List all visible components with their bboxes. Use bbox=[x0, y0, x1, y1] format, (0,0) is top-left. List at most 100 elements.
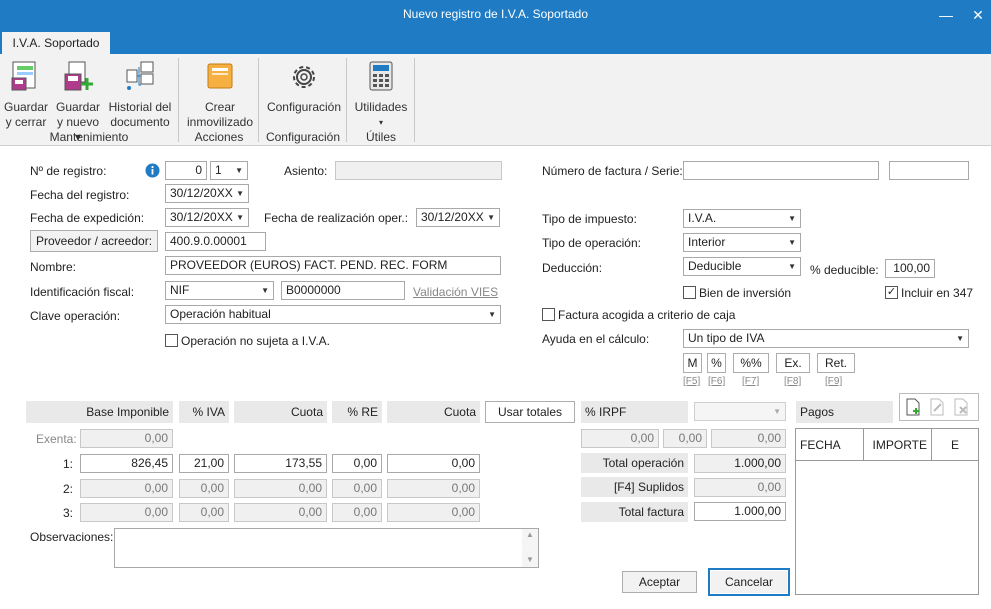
factura-caja-checkbox[interactable] bbox=[542, 308, 555, 321]
title-bar: Nuevo registro de I.V.A. Soportado — ✕ bbox=[0, 0, 991, 30]
chevron-down-icon: ▼ bbox=[788, 214, 796, 223]
pct-re-input[interactable]: 0,00 bbox=[332, 503, 382, 522]
irpf-pct-input: 0,00 bbox=[663, 429, 707, 448]
pct-iva-input[interactable]: 21,00 bbox=[179, 454, 229, 473]
identificacion-tipo-select[interactable]: NIF ▼ bbox=[165, 281, 274, 300]
guardar-cerrar-button[interactable]: Guardar y cerrar bbox=[4, 60, 48, 130]
ribbon-separator bbox=[414, 58, 415, 142]
num-registro-select[interactable]: 1 ▼ bbox=[210, 161, 248, 180]
pct-re-input[interactable]: 0,00 bbox=[332, 454, 382, 473]
chevron-down-icon: ▼ bbox=[773, 407, 781, 416]
exenta-input: 0,00 bbox=[80, 429, 173, 448]
calc-m-button[interactable]: M bbox=[683, 353, 702, 373]
observaciones-scrollbar[interactable]: ▲ ▼ bbox=[522, 529, 538, 567]
usar-totales-button[interactable]: Usar totales bbox=[485, 401, 575, 423]
fecha-registro-input[interactable]: 30/12/20XX ▼ bbox=[165, 184, 249, 203]
pagos-col-fecha[interactable]: FECHA bbox=[796, 429, 864, 461]
fecha-realizacion-input[interactable]: 30/12/20XX ▼ bbox=[416, 208, 500, 227]
nombre-input[interactable]: PROVEEDOR (EUROS) FACT. PEND. REC. FORM bbox=[165, 256, 501, 275]
irpf-select[interactable]: ▼ bbox=[694, 402, 786, 421]
pagos-col-e[interactable]: E bbox=[932, 429, 978, 461]
calc-pctpct-button[interactable]: %% bbox=[733, 353, 769, 373]
add-document-icon[interactable] bbox=[904, 398, 922, 416]
save-new-icon bbox=[64, 61, 93, 91]
validacion-vies-link[interactable]: Validación VIES bbox=[413, 285, 498, 299]
ribbon: Guardar y cerrar Guardar y nuevo ▾ Histo… bbox=[0, 54, 991, 146]
gear-icon bbox=[293, 66, 315, 88]
proveedor-input[interactable]: 400.9.0.00001 bbox=[165, 232, 266, 251]
header-cuota: Cuota bbox=[234, 401, 327, 423]
calc-pct-button[interactable]: % bbox=[707, 353, 726, 373]
cuota-re-input[interactable]: 0,00 bbox=[387, 454, 480, 473]
identificacion-label: Identificación fiscal: bbox=[30, 285, 135, 299]
chevron-down-icon: ▼ bbox=[788, 238, 796, 247]
nombre-label: Nombre: bbox=[30, 260, 77, 274]
suplidos-button[interactable]: [F4] Suplidos bbox=[581, 477, 688, 497]
base-imponible-input[interactable]: 0,00 bbox=[80, 479, 173, 498]
edit-document-icon[interactable] bbox=[928, 398, 946, 416]
header-pct-re: % RE bbox=[332, 401, 382, 423]
row-number: 1: bbox=[63, 457, 74, 471]
close-icon[interactable]: ✕ bbox=[966, 4, 990, 26]
info-icon[interactable] bbox=[145, 163, 160, 178]
delete-document-icon[interactable] bbox=[952, 398, 970, 416]
num-registro-label: Nº de registro: bbox=[30, 164, 107, 178]
base-imponible-input[interactable]: 826,45 bbox=[80, 454, 173, 473]
cancelar-button[interactable]: Cancelar bbox=[708, 568, 790, 596]
minimize-icon[interactable]: — bbox=[934, 4, 958, 26]
identificacion-input[interactable]: B0000000 bbox=[281, 281, 405, 300]
calc-ex-key: [F8] bbox=[784, 376, 802, 387]
calculator-icon bbox=[369, 61, 393, 91]
num-factura-label: Número de factura / Serie: bbox=[542, 164, 683, 178]
no-sujeta-checkbox[interactable] bbox=[165, 334, 178, 347]
tipo-impuesto-select[interactable]: I.V.A. ▼ bbox=[683, 209, 801, 228]
deduccion-label: Deducción: bbox=[542, 261, 603, 275]
deduccion-select[interactable]: Deducible ▼ bbox=[683, 257, 801, 276]
num-factura-input[interactable] bbox=[683, 161, 879, 180]
calc-ret-button[interactable]: Ret. bbox=[817, 353, 855, 373]
calc-ret-key: [F9] bbox=[825, 376, 843, 387]
serie-input[interactable] bbox=[889, 161, 969, 180]
pagos-col-importe[interactable]: IMPORTE bbox=[864, 429, 932, 461]
utilidades-button[interactable]: Utilidades ▾ bbox=[352, 60, 410, 130]
base-imponible-input[interactable]: 0,00 bbox=[80, 503, 173, 522]
tipo-impuesto-label: Tipo de impuesto: bbox=[542, 212, 637, 226]
asiento-label: Asiento: bbox=[284, 164, 328, 178]
chevron-down-icon: ▼ bbox=[788, 262, 796, 271]
no-sujeta-label: Operación no sujeta a I.V.A. bbox=[181, 334, 330, 348]
calc-ex-button[interactable]: Ex. bbox=[776, 353, 810, 373]
ayuda-calculo-select[interactable]: Un tipo de IVA ▼ bbox=[683, 329, 969, 348]
historial-documento-button[interactable]: Historial del documento bbox=[106, 60, 174, 130]
configuracion-button[interactable]: Configuración bbox=[264, 60, 344, 115]
total-factura-input[interactable]: 1.000,00 bbox=[694, 502, 786, 521]
cuota-input[interactable]: 0,00 bbox=[234, 479, 327, 498]
total-operacion-value: 1.000,00 bbox=[694, 454, 786, 473]
scroll-up-icon[interactable]: ▲ bbox=[522, 529, 538, 541]
cuota-input[interactable]: 0,00 bbox=[234, 503, 327, 522]
num-registro-input[interactable]: 0 bbox=[165, 161, 207, 180]
cuota-input[interactable]: 173,55 bbox=[234, 454, 327, 473]
calc-m-key: [F5] bbox=[683, 376, 701, 387]
pct-iva-input[interactable]: 0,00 bbox=[179, 503, 229, 522]
pagos-grid[interactable]: FECHA IMPORTE E bbox=[795, 428, 979, 595]
pct-iva-input[interactable]: 0,00 bbox=[179, 479, 229, 498]
incluir-347-checkbox[interactable]: ✓ bbox=[885, 286, 898, 299]
fecha-expedicion-input[interactable]: 30/12/20XX ▼ bbox=[165, 208, 249, 227]
group-mantenimiento: Mantenimiento bbox=[49, 130, 129, 144]
observaciones-textarea[interactable]: ▲ ▼ bbox=[114, 528, 539, 568]
proveedor-acreedor-button[interactable]: Proveedor / acreedor: bbox=[30, 230, 158, 252]
scroll-down-icon[interactable]: ▼ bbox=[522, 554, 538, 566]
ayuda-calculo-label: Ayuda en el cálculo: bbox=[542, 332, 650, 346]
aceptar-button[interactable]: Aceptar bbox=[622, 571, 697, 593]
tab-iva-soportado[interactable]: I.V.A. Soportado bbox=[2, 32, 110, 54]
group-utiles: Útiles bbox=[365, 130, 396, 144]
pct-deducible-input[interactable]: 100,00 bbox=[885, 259, 935, 278]
bien-inversion-checkbox[interactable] bbox=[683, 286, 696, 299]
tipo-operacion-select[interactable]: Interior ▼ bbox=[683, 233, 801, 252]
crear-inmovilizado-button[interactable]: Crear inmovilizado bbox=[184, 60, 256, 130]
clave-operacion-select[interactable]: Operación habitual ▼ bbox=[165, 305, 501, 324]
cuota-re-input[interactable]: 0,00 bbox=[387, 503, 480, 522]
chevron-down-icon: ▾ bbox=[378, 118, 383, 127]
pct-re-input[interactable]: 0,00 bbox=[332, 479, 382, 498]
cuota-re-input[interactable]: 0,00 bbox=[387, 479, 480, 498]
